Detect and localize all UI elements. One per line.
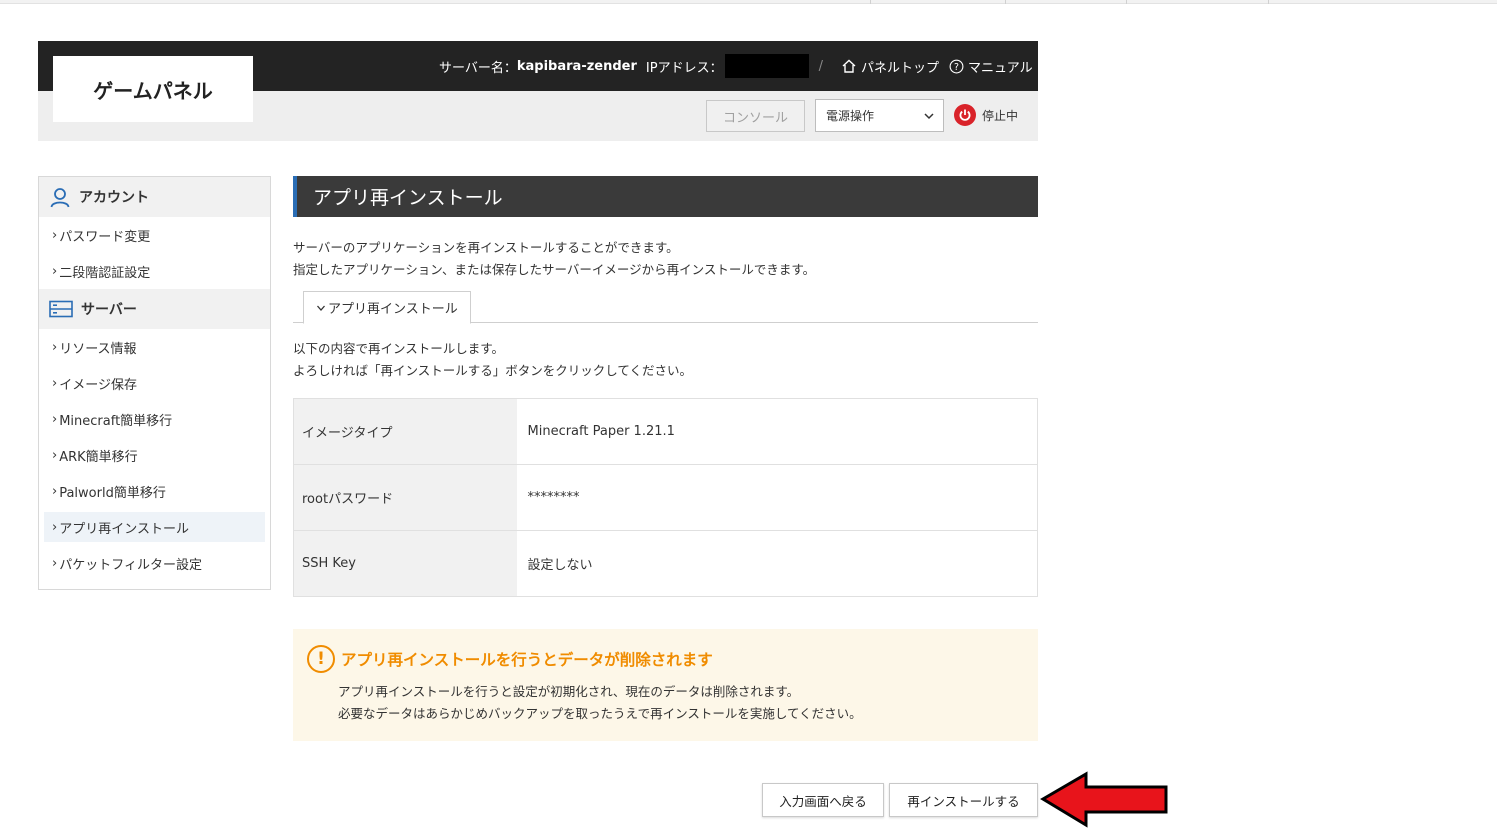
chevron-right-icon: ›: [52, 555, 58, 571]
tab-app-reinstall[interactable]: アプリ再インストール: [303, 291, 471, 324]
chevron-down-icon: [924, 113, 934, 120]
ip-address-redacted: [724, 54, 809, 78]
header-separator: /: [818, 58, 823, 74]
chevron-right-icon: ›: [52, 447, 58, 463]
server-info: サーバー名： kapibara-zender IPアドレス： / パネルトップ ?…: [439, 41, 1033, 91]
row-key: rootパスワード: [293, 464, 517, 531]
game-panel-logo[interactable]: ゲームパネル: [53, 56, 253, 122]
sidebar-item-label: Minecraft簡単移行: [59, 413, 173, 429]
row-value: 設定しない: [516, 530, 1038, 597]
sidebar-heading-server-label: サーバー: [81, 302, 137, 318]
description-line: 指定したアプリケーション、または保存したサーバーイメージから再インストールできま…: [293, 262, 816, 277]
row-value: ********: [516, 464, 1038, 531]
chevron-right-icon: ›: [52, 483, 58, 499]
help-circle-icon: ?: [949, 59, 964, 73]
server-name: kapibara-zender: [516, 58, 637, 74]
server-status-text: 停止中: [982, 108, 1019, 123]
chevron-down-icon: [317, 305, 325, 311]
server-name-label: サーバー名：: [439, 60, 517, 76]
server-icon: [49, 300, 73, 318]
sidebar-item-label: リソース情報: [59, 341, 137, 357]
exclamation-icon: !: [307, 645, 335, 673]
svg-text:?: ?: [954, 62, 959, 73]
intro-line: 以下の内容で再インストールします。: [293, 341, 505, 356]
warning-line: アプリ再インストールを行うと設定が初期化され、現在のデータは削除されます。: [338, 684, 800, 699]
warning-line: 必要なデータはあらかじめバックアップを取ったうえで再インストールを実施してくださ…: [338, 706, 862, 721]
ip-address-label: IPアドレス：: [645, 60, 723, 76]
sidebar-item-image-save[interactable]: › イメージ保存: [39, 365, 270, 401]
sidebar-item-packet-filter[interactable]: › パケットフィルター設定: [39, 545, 270, 581]
sidebar-item-two-factor[interactable]: › 二段階認証設定: [39, 253, 270, 289]
table-row: rootパスワード ********: [293, 464, 1038, 531]
console-button[interactable]: コンソール: [706, 100, 805, 132]
tab-label: アプリ再インストール: [328, 302, 458, 317]
manual-link[interactable]: ? マニュアル: [949, 57, 1033, 76]
sidebar: アカウント › パスワード変更 › 二段階認証設定 サーバー › リソース情報 › イメ…: [38, 176, 271, 590]
sidebar-item-label: Palworld簡単移行: [59, 485, 166, 501]
warning-title-text: アプリ再インストールを行うとデータが削除されます: [341, 651, 713, 669]
chevron-right-icon: ›: [52, 375, 58, 391]
sidebar-item-label: パスワード変更: [59, 229, 151, 245]
browser-top-strip: [0, 0, 1497, 4]
row-key: SSH Key: [293, 530, 517, 597]
row-value: Minecraft Paper 1.21.1: [516, 398, 1038, 465]
page-description: サーバーのアプリケーションを再インストールすることができます。 指定したアプリケ…: [293, 237, 1038, 281]
chevron-right-icon: ›: [52, 519, 58, 535]
sidebar-heading-account: アカウント: [39, 177, 270, 217]
row-key: イメージタイプ: [293, 398, 517, 465]
sidebar-item-password-change[interactable]: › パスワード変更: [39, 217, 270, 253]
confirm-intro: 以下の内容で再インストールします。 よろしければ「再インストールする」ボタンをク…: [293, 338, 1038, 382]
chevron-right-icon: ›: [52, 411, 58, 427]
sidebar-heading-account-label: アカウント: [79, 190, 149, 206]
chevron-right-icon: ›: [52, 227, 58, 243]
server-status: 停止中: [954, 104, 1018, 126]
tab-bar: アプリ再インストール: [293, 289, 1038, 324]
warning-title: ! アプリ再インストールを行うとデータが削除されます: [307, 645, 1038, 673]
sidebar-item-app-reinstall[interactable]: › アプリ再インストール: [44, 512, 265, 542]
chevron-right-icon: ›: [52, 339, 58, 355]
page-title: アプリ再インストール: [293, 176, 1038, 217]
panel-top-link[interactable]: パネルトップ: [841, 57, 939, 76]
sidebar-item-label: ARK簡単移行: [59, 449, 138, 465]
sidebar-item-resources[interactable]: › リソース情報: [39, 329, 270, 365]
sidebar-item-minecraft-migration[interactable]: › Minecraft簡単移行: [39, 401, 270, 437]
manual-label: マニュアル: [967, 60, 1033, 76]
warning-body: アプリ再インストールを行うと設定が初期化され、現在のデータは削除されます。 必要…: [307, 681, 1038, 725]
power-operation-value: 電源操作: [826, 109, 875, 123]
main-content: アプリ再インストール サーバーのアプリケーションを再インストールすることができま…: [293, 176, 1038, 741]
description-line: サーバーのアプリケーションを再インストールすることができます。: [293, 240, 679, 255]
power-operation-select[interactable]: 電源操作: [815, 99, 944, 132]
back-to-input-button[interactable]: 入力画面へ戻る: [762, 783, 884, 817]
warning-box: ! アプリ再インストールを行うとデータが削除されます アプリ再インストールを行う…: [293, 629, 1038, 741]
user-icon: [50, 188, 70, 208]
confirm-table: イメージタイプ Minecraft Paper 1.21.1 rootパスワード…: [293, 398, 1038, 597]
red-arrow-icon: [1040, 771, 1168, 828]
panel-top-label: パネルトップ: [860, 60, 939, 76]
sidebar-item-label: アプリ再インストール: [59, 521, 189, 537]
chevron-right-icon: ›: [52, 263, 58, 279]
home-icon: [842, 59, 856, 73]
power-icon: [954, 104, 976, 126]
table-row: SSH Key 設定しない: [293, 530, 1038, 597]
game-panel-header: ゲームパネル サーバー名： kapibara-zender IPアドレス： / パ…: [38, 41, 1038, 141]
sidebar-item-label: 二段階認証設定: [59, 265, 151, 281]
sidebar-item-label: イメージ保存: [59, 377, 137, 393]
sidebar-item-ark-migration[interactable]: › ARK簡単移行: [39, 437, 270, 473]
sidebar-item-label: パケットフィルター設定: [59, 557, 202, 573]
table-row: イメージタイプ Minecraft Paper 1.21.1: [293, 398, 1038, 465]
sidebar-item-palworld-migration[interactable]: › Palworld簡単移行: [39, 473, 270, 509]
reinstall-button[interactable]: 再インストールする: [889, 783, 1038, 817]
intro-line: よろしければ「再インストールする」ボタンをクリックしてください。: [293, 363, 693, 378]
sidebar-heading-server: サーバー: [39, 289, 270, 329]
